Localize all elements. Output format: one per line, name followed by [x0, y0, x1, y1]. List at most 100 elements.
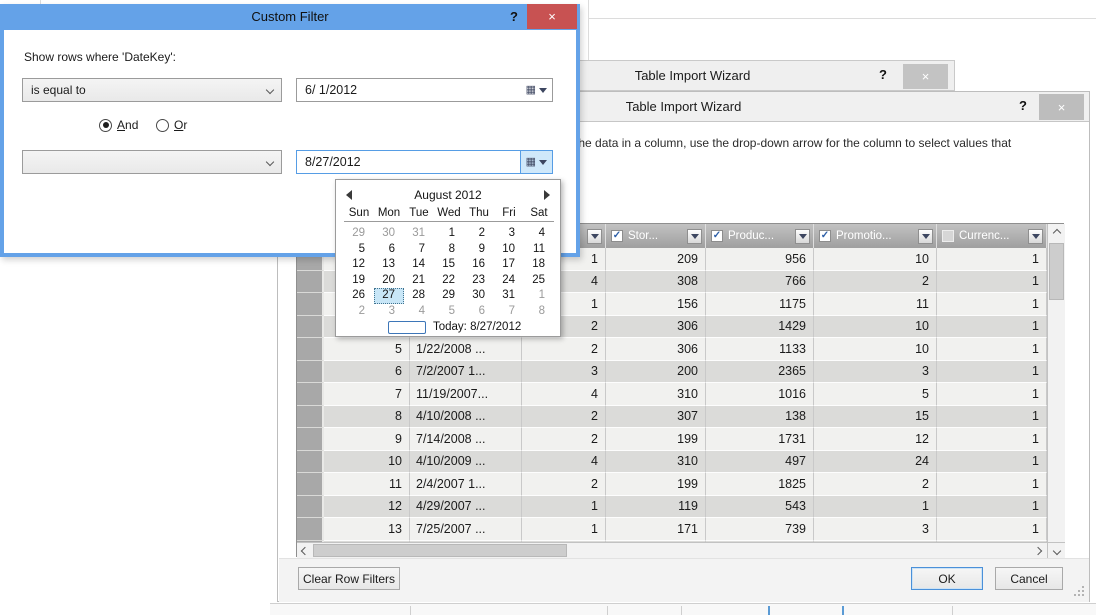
calendar-day[interactable]: 20: [374, 273, 404, 289]
column-filter-dropdown-icon[interactable]: [1028, 229, 1043, 244]
calendar-day[interactable]: 21: [404, 273, 434, 289]
calendar-day[interactable]: 15: [434, 257, 464, 273]
clear-row-filters-button[interactable]: Clear Row Filters: [298, 567, 400, 590]
calendar-day[interactable]: 29: [434, 288, 464, 304]
column-checkbox-icon[interactable]: ✓: [819, 230, 831, 242]
calendar-day[interactable]: 28: [404, 288, 434, 304]
row-header[interactable]: [297, 293, 324, 316]
row-header[interactable]: [297, 428, 324, 451]
row-header[interactable]: [297, 361, 324, 384]
scroll-left-icon[interactable]: [297, 543, 313, 558]
calendar-day[interactable]: 18: [524, 257, 554, 273]
column-filter-dropdown-icon[interactable]: [918, 229, 933, 244]
row-header[interactable]: [297, 496, 324, 519]
calendar-day[interactable]: 6: [374, 242, 404, 258]
row-header[interactable]: [297, 451, 324, 474]
calendar-day[interactable]: 3: [374, 304, 404, 320]
calendar-day[interactable]: 1: [524, 288, 554, 304]
scroll-down-icon[interactable]: [1047, 542, 1065, 558]
calendar-day[interactable]: 6: [464, 304, 494, 320]
column-header-4[interactable]: ✓Stor...: [606, 224, 706, 248]
row-header[interactable]: [297, 338, 324, 361]
table-cell: 2: [522, 428, 606, 451]
resize-grip-icon[interactable]: [1082, 594, 1084, 596]
horizontal-scrollbar-thumb[interactable]: [313, 544, 567, 557]
calendar-day[interactable]: 1: [434, 226, 464, 242]
calendar-day[interactable]: 12: [344, 257, 374, 273]
calendar-day[interactable]: 22: [434, 273, 464, 289]
close-icon[interactable]: ×: [527, 4, 577, 29]
calendar-day[interactable]: 10: [494, 242, 524, 258]
date-field-2[interactable]: 8/27/2012 ▦: [296, 150, 553, 174]
today-label[interactable]: Today: 8/27/2012: [433, 321, 521, 333]
calendar-day[interactable]: 7: [404, 242, 434, 258]
calendar-day[interactable]: 3: [494, 226, 524, 242]
calendar-day[interactable]: 14: [404, 257, 434, 273]
column-header-6[interactable]: ✓Promotio...: [814, 224, 937, 248]
date-picker-button[interactable]: ▦: [520, 151, 552, 173]
calendar-day[interactable]: 17: [494, 257, 524, 273]
row-header[interactable]: [297, 518, 324, 541]
calendar-day[interactable]: 31: [494, 288, 524, 304]
calendar-day[interactable]: 4: [404, 304, 434, 320]
and-radio[interactable]: [99, 119, 112, 132]
calendar-day[interactable]: 7: [494, 304, 524, 320]
calendar-day[interactable]: 11: [524, 242, 554, 258]
column-checkbox-icon[interactable]: ✓: [611, 230, 623, 242]
column-checkbox-icon[interactable]: [942, 230, 954, 242]
calendar-day[interactable]: 24: [494, 273, 524, 289]
row-header[interactable]: [297, 473, 324, 496]
calendar-day[interactable]: 26: [344, 288, 374, 304]
calendar-day[interactable]: 23: [464, 273, 494, 289]
vertical-scrollbar-thumb[interactable]: [1049, 243, 1064, 300]
calendar-day[interactable]: 2: [344, 304, 374, 320]
ok-button[interactable]: OK: [911, 567, 983, 590]
row-header[interactable]: [297, 383, 324, 406]
calendar-day[interactable]: 13: [374, 257, 404, 273]
calendar-month-label[interactable]: August 2012: [352, 188, 544, 202]
calendar-day[interactable]: 5: [434, 304, 464, 320]
column-header-5[interactable]: ✓Produc...: [706, 224, 814, 248]
calendar-day[interactable]: 30: [464, 288, 494, 304]
calendar-day[interactable]: 9: [464, 242, 494, 258]
column-filter-dropdown-icon[interactable]: [587, 229, 602, 244]
calendar-day[interactable]: 29: [344, 226, 374, 242]
help-icon[interactable]: ?: [879, 67, 887, 82]
condition-dropdown-2[interactable]: [22, 150, 282, 174]
calendar-day[interactable]: 4: [524, 226, 554, 242]
help-icon[interactable]: ?: [510, 9, 518, 24]
scroll-right-icon[interactable]: [1030, 543, 1046, 558]
calendar-day[interactable]: 30: [374, 226, 404, 242]
column-filter-dropdown-icon[interactable]: [795, 229, 810, 244]
condition-dropdown-1[interactable]: is equal to: [22, 78, 282, 102]
calendar-day[interactable]: 5: [344, 242, 374, 258]
calendar-day[interactable]: 31: [404, 226, 434, 242]
calendar-day[interactable]: 19: [344, 273, 374, 289]
row-header[interactable]: [297, 316, 324, 339]
calendar-day[interactable]: 25: [524, 273, 554, 289]
close-icon[interactable]: ×: [1039, 94, 1084, 120]
calendar-day[interactable]: 8: [524, 304, 554, 320]
close-icon[interactable]: ×: [903, 64, 948, 89]
column-header-7[interactable]: Currenc...: [937, 224, 1047, 248]
help-icon[interactable]: ?: [1019, 98, 1027, 113]
calendar-day[interactable]: 2: [464, 226, 494, 242]
calendar-day-selected[interactable]: 27: [374, 288, 404, 304]
calendar-day[interactable]: 8: [434, 242, 464, 258]
scroll-up-icon[interactable]: [1048, 224, 1065, 241]
date-picker-button[interactable]: ▦: [521, 79, 552, 101]
date-field-1[interactable]: 6/ 1/2012 ▦: [296, 78, 553, 102]
row-header[interactable]: [297, 406, 324, 429]
next-month-icon[interactable]: [544, 190, 550, 200]
cancel-button[interactable]: Cancel: [995, 567, 1063, 590]
calendar-day[interactable]: 16: [464, 257, 494, 273]
column-filter-dropdown-icon[interactable]: [687, 229, 702, 244]
or-radio-group[interactable]: Or: [156, 118, 187, 132]
column-checkbox-icon[interactable]: ✓: [711, 230, 723, 242]
and-radio-group[interactable]: And: [99, 118, 138, 132]
vertical-scrollbar[interactable]: [1047, 224, 1065, 542]
today-focus-box[interactable]: [388, 321, 426, 334]
horizontal-scrollbar[interactable]: [297, 542, 1047, 558]
row-header[interactable]: [297, 271, 324, 294]
or-radio[interactable]: [156, 119, 169, 132]
